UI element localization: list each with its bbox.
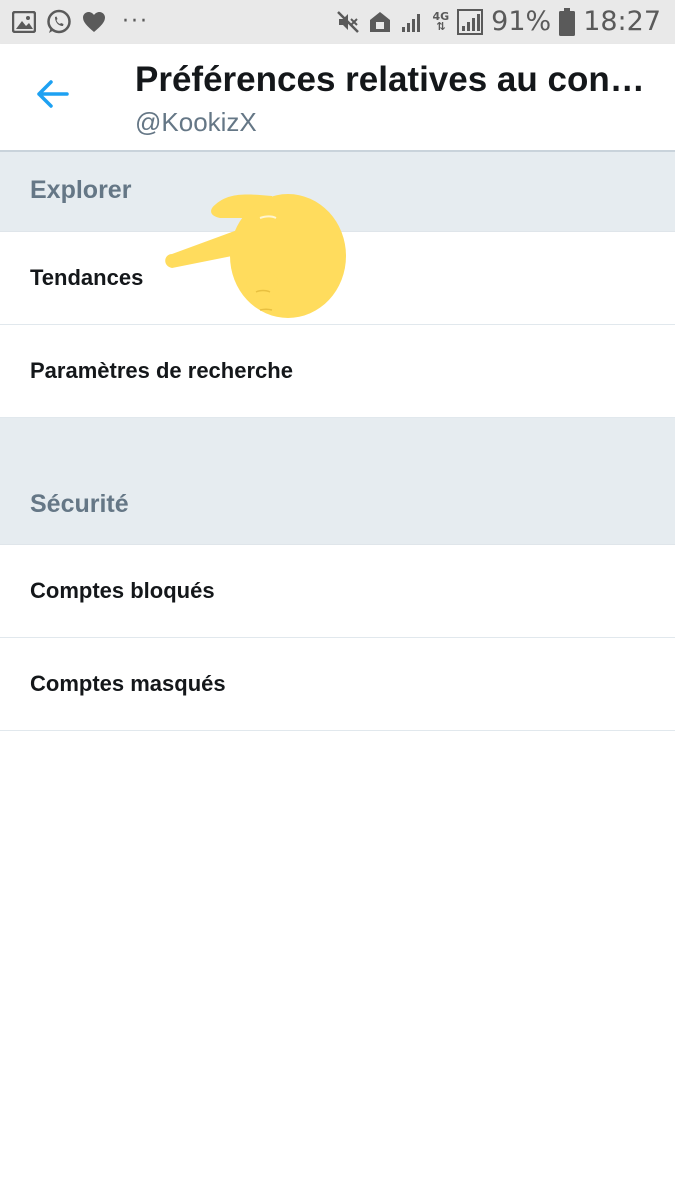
more-dots-icon: ··· (122, 9, 149, 34)
gallery-icon (12, 11, 36, 33)
signal-full-icon (457, 9, 484, 35)
section-header-securite: Sécurité (0, 418, 675, 545)
account-handle: @KookizX (135, 107, 257, 137)
back-button[interactable] (28, 72, 76, 120)
mute-icon (336, 10, 360, 34)
status-bar-right: 4G ⇅ 91% 18:27 (336, 6, 661, 38)
status-bar-left: ··· (12, 8, 149, 36)
list-item-label: Comptes bloqués (30, 578, 215, 603)
list-item-blocked-accounts[interactable]: Comptes bloqués (0, 545, 675, 638)
whatsapp-icon (46, 9, 72, 35)
network-type: 4G (432, 10, 450, 23)
pointing-left-hand-icon (160, 192, 352, 322)
battery-icon (559, 8, 576, 36)
list-item-label: Paramètres de recherche (30, 358, 293, 383)
section-title: Explorer (30, 176, 132, 204)
list-item-label: Tendances (30, 265, 144, 290)
home-icon (368, 10, 392, 34)
battery-percent: 91% (491, 6, 552, 37)
heart-icon (82, 11, 106, 33)
data-arrows-icon: 4G ⇅ (432, 10, 450, 33)
app-header: Préférences relatives au contenu @Kookiz… (0, 44, 675, 152)
arrow-left-icon (35, 79, 69, 114)
clock: 18:27 (583, 6, 661, 37)
section-title: Sécurité (30, 490, 129, 518)
status-bar: ··· 4G ⇅ 91% 18:27 (0, 0, 675, 44)
list-item-label: Comptes masqués (30, 671, 226, 696)
signal-icon (400, 10, 424, 34)
page-title: Préférences relatives au contenu (135, 60, 655, 99)
list-item-muted-accounts[interactable]: Comptes masqués (0, 638, 675, 731)
list-item-search-settings[interactable]: Paramètres de recherche (0, 325, 675, 418)
